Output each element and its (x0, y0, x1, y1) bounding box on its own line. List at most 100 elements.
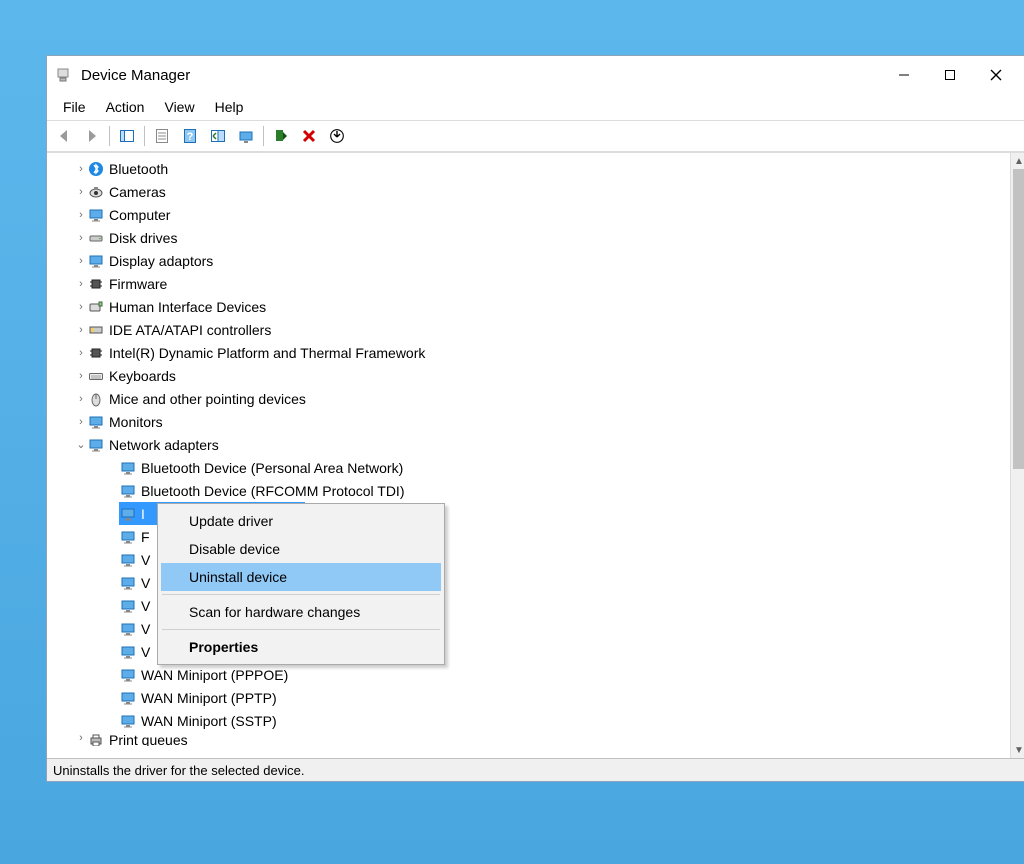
tree-item[interactable]: › Intel(R) Dynamic Platform and Thermal … (47, 341, 1010, 364)
tree-item[interactable]: › IDE ATA/ATAPI controllers (47, 318, 1010, 341)
chevron-right-icon[interactable]: › (75, 301, 87, 313)
network-adapter-icon (119, 552, 137, 568)
tree-item-label: WAN Miniport (PPTP) (141, 690, 277, 706)
hid-icon (87, 299, 105, 315)
menu-file[interactable]: File (53, 97, 96, 117)
tree-item-label: WAN Miniport (SSTP) (141, 713, 277, 729)
cm-scan-hardware[interactable]: Scan for hardware changes (161, 598, 441, 626)
cm-update-driver[interactable]: Update driver (161, 507, 441, 535)
tree-item[interactable]: WAN Miniport (PPPOE) (47, 663, 1010, 686)
back-button[interactable] (51, 123, 77, 149)
tree-item[interactable]: ⌄ Network adapters (47, 433, 1010, 456)
tree-item[interactable]: Bluetooth Device (RFCOMM Protocol TDI) (47, 479, 1010, 502)
tree-item[interactable]: › Print queues (47, 732, 1010, 746)
toolbar-separator (144, 126, 145, 146)
network-adapter-icon (119, 667, 137, 683)
tree-item[interactable]: › Keyboards (47, 364, 1010, 387)
chevron-right-icon[interactable]: › (75, 324, 87, 336)
minimize-button[interactable] (881, 56, 927, 94)
tree-item[interactable]: › Cameras (47, 180, 1010, 203)
cm-properties[interactable]: Properties (161, 633, 441, 661)
tree-item[interactable]: › Monitors (47, 410, 1010, 433)
close-button[interactable] (973, 56, 1019, 94)
cm-disable-device[interactable]: Disable device (161, 535, 441, 563)
chevron-right-icon[interactable]: › (75, 732, 87, 744)
help-button[interactable]: ? (177, 123, 203, 149)
tree-item-label: Bluetooth Device (Personal Area Network) (141, 460, 403, 476)
tree-item[interactable]: › Bluetooth (47, 157, 1010, 180)
tree-item[interactable]: › Human Interface Devices (47, 295, 1010, 318)
chevron-down-icon[interactable]: ⌄ (75, 438, 87, 451)
tree-item-label: Human Interface Devices (109, 299, 266, 315)
device-tree[interactable]: › Bluetooth › Cameras › Computer › Disk … (47, 153, 1010, 758)
svg-text:?: ? (187, 131, 194, 143)
tree-item-label: Monitors (109, 414, 163, 430)
tree-item-label: Mice and other pointing devices (109, 391, 306, 407)
uninstall-button[interactable] (296, 123, 322, 149)
titlebar[interactable]: Device Manager (47, 56, 1024, 94)
show-hide-console-button[interactable] (114, 123, 140, 149)
network-adapter-icon (119, 713, 137, 729)
tree-item-label: Disk drives (109, 230, 177, 246)
tree-item-label: Print queues (109, 732, 188, 746)
tree-item-label: Network adapters (109, 437, 219, 453)
maximize-button[interactable] (927, 56, 973, 94)
tree-item-label: V (141, 644, 150, 660)
statusbar: Uninstalls the driver for the selected d… (47, 758, 1024, 781)
tree-item[interactable]: Bluetooth Device (Personal Area Network) (47, 456, 1010, 479)
scroll-down-icon[interactable]: ▼ (1011, 742, 1024, 758)
mouse-icon (87, 391, 105, 407)
content-area: › Bluetooth › Cameras › Computer › Disk … (47, 152, 1024, 758)
network-adapter-icon (119, 690, 137, 706)
tree-item-label: V (141, 552, 150, 568)
scroll-up-icon[interactable]: ▲ (1011, 153, 1024, 169)
network-adapter-icon (119, 644, 137, 660)
tree-item-label: WAN Miniport (PPPOE) (141, 667, 288, 683)
cm-separator (162, 594, 440, 595)
chevron-right-icon[interactable]: › (75, 163, 87, 175)
network-adapter-icon (119, 575, 137, 591)
bluetooth-icon (87, 161, 105, 177)
menu-action[interactable]: Action (96, 97, 155, 117)
network-adapter-icon (119, 460, 137, 476)
cm-uninstall-device[interactable]: Uninstall device (161, 563, 441, 591)
tree-item-label: IDE ATA/ATAPI controllers (109, 322, 271, 338)
menu-help[interactable]: Help (205, 97, 254, 117)
network-icon (87, 437, 105, 453)
scrollbar-thumb[interactable] (1013, 169, 1024, 469)
tree-item[interactable]: › Mice and other pointing devices (47, 387, 1010, 410)
window-controls (881, 56, 1019, 94)
enable-device-button[interactable] (268, 123, 294, 149)
chevron-right-icon[interactable]: › (75, 255, 87, 267)
tree-item[interactable]: WAN Miniport (PPTP) (47, 686, 1010, 709)
chip2-icon (87, 345, 105, 361)
tree-item[interactable]: › Firmware (47, 272, 1010, 295)
chevron-right-icon[interactable]: › (75, 232, 87, 244)
chevron-right-icon[interactable]: › (75, 370, 87, 382)
action-button[interactable] (205, 123, 231, 149)
tree-item-label: I (141, 506, 145, 522)
chevron-right-icon[interactable]: › (75, 393, 87, 405)
tree-item[interactable]: › Computer (47, 203, 1010, 226)
properties-button[interactable] (149, 123, 175, 149)
disk-icon (87, 230, 105, 246)
update-driver-button[interactable] (324, 123, 350, 149)
menu-view[interactable]: View (154, 97, 204, 117)
vertical-scrollbar[interactable]: ▲ ▼ (1010, 153, 1024, 758)
tree-item[interactable]: › Disk drives (47, 226, 1010, 249)
chevron-right-icon[interactable]: › (75, 278, 87, 290)
chevron-right-icon[interactable]: › (75, 347, 87, 359)
network-adapter-icon (119, 506, 137, 522)
tree-item-label: V (141, 575, 150, 591)
tree-item[interactable]: WAN Miniport (SSTP) (47, 709, 1010, 732)
scan-hardware-button[interactable] (233, 123, 259, 149)
ide-icon (87, 322, 105, 338)
chevron-right-icon[interactable]: › (75, 416, 87, 428)
tree-item-label: V (141, 621, 150, 637)
tree-item[interactable]: › Display adaptors (47, 249, 1010, 272)
chevron-right-icon[interactable]: › (75, 186, 87, 198)
chevron-right-icon[interactable]: › (75, 209, 87, 221)
forward-button[interactable] (79, 123, 105, 149)
toolbar-separator (109, 126, 110, 146)
device-manager-window: Device Manager File Action View Help (46, 55, 1024, 782)
